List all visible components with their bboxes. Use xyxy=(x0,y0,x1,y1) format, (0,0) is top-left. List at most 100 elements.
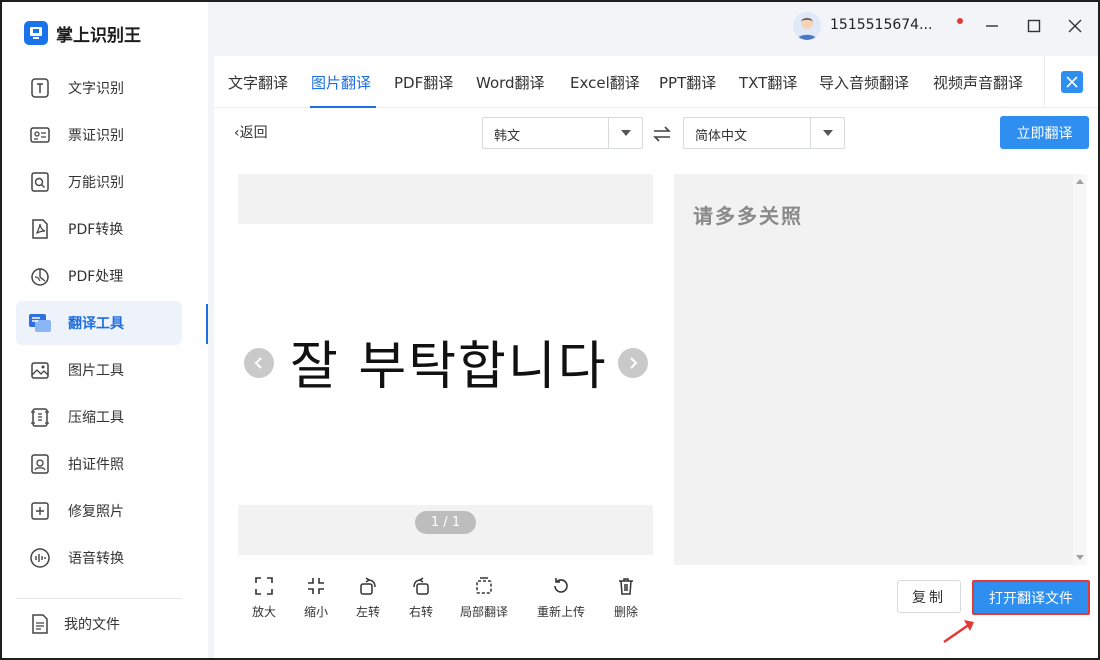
zoom-out-button[interactable]: 缩小 xyxy=(304,574,328,620)
brand: 掌上识别王 xyxy=(24,20,141,46)
rotate-left-icon xyxy=(356,574,380,598)
main-panel: 文字翻译 图片翻译 PDF翻译 Word翻译 Excel翻译 PPT翻译 TXT… xyxy=(214,56,1098,658)
preview-top-band xyxy=(238,174,653,224)
sidebar-item-universal-recognition[interactable]: 万能识别 xyxy=(16,160,182,204)
sidebar-nav: 文字识别 票证识别 万能识别 PDF转换 PDF处理 翻译工具 图片工具 压缩工… xyxy=(16,66,182,583)
minimize-button[interactable] xyxy=(980,14,1004,38)
back-button[interactable]: ‹返回 xyxy=(234,122,268,142)
app-logo-icon xyxy=(24,21,48,45)
tab-audio-translate[interactable]: 导入音频翻译 xyxy=(819,72,909,93)
chevron-left-icon xyxy=(254,357,262,369)
close-window-button[interactable] xyxy=(1063,14,1087,38)
ticket-recognition-icon xyxy=(28,123,52,147)
sidebar-item-compress-tool[interactable]: 压缩工具 xyxy=(16,395,182,439)
sidebar-item-text-recognition[interactable]: 文字识别 xyxy=(16,66,182,110)
partial-translate-button[interactable]: 局部翻译 xyxy=(460,574,508,620)
tab-txt-translate[interactable]: TXT翻译 xyxy=(739,72,797,93)
back-label: 返回 xyxy=(239,125,268,141)
swap-languages-icon[interactable] xyxy=(651,123,673,145)
close-panel-button[interactable] xyxy=(1061,71,1083,93)
reupload-button[interactable]: 重新上传 xyxy=(537,574,585,620)
maximize-button[interactable] xyxy=(1022,14,1046,38)
tool-label: 删除 xyxy=(614,605,639,619)
tab-text-translate[interactable]: 文字翻译 xyxy=(228,72,288,93)
pdf-process-icon xyxy=(28,264,52,288)
translate-now-button[interactable]: 立即翻译 xyxy=(1000,116,1089,149)
tab-video-translate[interactable]: 视频声音翻译 xyxy=(933,72,1023,93)
target-language-value: 简体中文 xyxy=(695,129,748,144)
sidebar-item-pdf-convert[interactable]: PDF转换 xyxy=(16,207,182,251)
sidebar-item-image-tool[interactable]: 图片工具 xyxy=(16,348,182,392)
prev-image-button[interactable] xyxy=(244,348,274,378)
page-indicator: 1 / 1 xyxy=(415,511,476,534)
next-image-button[interactable] xyxy=(618,348,648,378)
id-photo-icon xyxy=(28,452,52,476)
sidebar-item-repair-photo[interactable]: 修复照片 xyxy=(16,489,182,533)
tool-label: 重新上传 xyxy=(537,605,586,619)
delete-button[interactable]: 删除 xyxy=(614,574,638,620)
repair-photo-icon xyxy=(28,499,52,523)
compress-tool-icon xyxy=(28,405,52,429)
sidebar-item-label: 票证识别 xyxy=(68,128,124,144)
scrollbar[interactable] xyxy=(1073,174,1087,565)
sidebar-item-ticket-recognition[interactable]: 票证识别 xyxy=(16,113,182,157)
tab-word-translate[interactable]: Word翻译 xyxy=(476,72,545,93)
universal-recognition-icon xyxy=(28,170,52,194)
copy-button[interactable]: 复制 xyxy=(897,580,961,613)
image-preview: 잘 부탁합니다 1 / 1 xyxy=(238,174,653,555)
pdf-convert-icon xyxy=(28,217,52,241)
avatar[interactable] xyxy=(793,12,821,40)
sidebar-item-translate-tool[interactable]: 翻译工具 xyxy=(16,301,182,345)
zoom-in-button[interactable]: 放大 xyxy=(252,574,276,620)
tab-ppt-translate[interactable]: PPT翻译 xyxy=(659,72,716,93)
chevron-right-icon xyxy=(630,357,638,369)
sidebar-item-label: 万能识别 xyxy=(68,175,124,191)
sidebar-item-my-files[interactable]: 我的文件 xyxy=(28,610,120,638)
sidebar-item-label: 修复照片 xyxy=(68,504,124,520)
expand-icon xyxy=(252,574,276,598)
rotate-left-button[interactable]: 左转 xyxy=(356,574,380,620)
text-recognition-icon xyxy=(28,76,52,100)
close-icon xyxy=(1066,76,1078,88)
scroll-up-icon[interactable] xyxy=(1076,179,1084,184)
app-title: 掌上识别王 xyxy=(56,25,141,46)
active-tab-underline xyxy=(310,106,376,108)
sidebar-item-label: 拍证件照 xyxy=(68,457,124,473)
rotate-right-button[interactable]: 右转 xyxy=(409,574,433,620)
tool-label: 左转 xyxy=(356,605,381,619)
target-language-select[interactable]: 简体中文 xyxy=(683,117,845,149)
sidebar-item-label: PDF处理 xyxy=(68,269,124,285)
notification-dot xyxy=(957,18,963,24)
chevron-down-icon xyxy=(810,118,844,148)
sidebar-item-voice-convert[interactable]: 语音转换 xyxy=(16,536,182,580)
trash-icon xyxy=(614,574,638,598)
translation-result-panel[interactable]: 请多多关照 xyxy=(674,174,1087,565)
file-icon xyxy=(28,612,52,636)
title-bar: 1515515674... xyxy=(208,2,1098,52)
voice-convert-icon xyxy=(28,546,52,570)
shrink-icon xyxy=(304,574,328,598)
open-translated-file-button[interactable]: 打开翻译文件 xyxy=(972,580,1090,615)
tab-excel-translate[interactable]: Excel翻译 xyxy=(570,72,640,93)
translate-tool-icon xyxy=(28,311,52,335)
crop-icon xyxy=(472,574,496,598)
sidebar-scroll-indicator xyxy=(206,304,208,344)
chevron-down-icon xyxy=(608,118,642,148)
refresh-icon xyxy=(549,574,573,598)
user-account[interactable]: 1515515674... xyxy=(830,17,932,33)
tool-label: 右转 xyxy=(409,605,434,619)
sidebar-item-label: 压缩工具 xyxy=(68,410,124,426)
tab-pdf-translate[interactable]: PDF翻译 xyxy=(394,72,453,93)
tool-label: 局部翻译 xyxy=(460,605,509,619)
sidebar: 掌上识别王 文字识别 票证识别 万能识别 PDF转换 PDF处理 翻译工具 图片… xyxy=(2,2,208,658)
sidebar-item-id-photo[interactable]: 拍证件照 xyxy=(16,442,182,486)
tab-image-translate[interactable]: 图片翻译 xyxy=(311,72,371,93)
annotation-arrow-icon xyxy=(943,620,974,644)
translation-result-text[interactable]: 请多多关照 xyxy=(693,200,803,229)
tool-label: 放大 xyxy=(252,605,277,619)
source-language-select[interactable]: 韩文 xyxy=(482,117,643,149)
tab-bar: 文字翻译 图片翻译 PDF翻译 Word翻译 Excel翻译 PPT翻译 TXT… xyxy=(214,56,1098,108)
scroll-down-icon[interactable] xyxy=(1076,555,1084,560)
image-tool-icon xyxy=(28,358,52,382)
sidebar-item-pdf-process[interactable]: PDF处理 xyxy=(16,254,182,298)
